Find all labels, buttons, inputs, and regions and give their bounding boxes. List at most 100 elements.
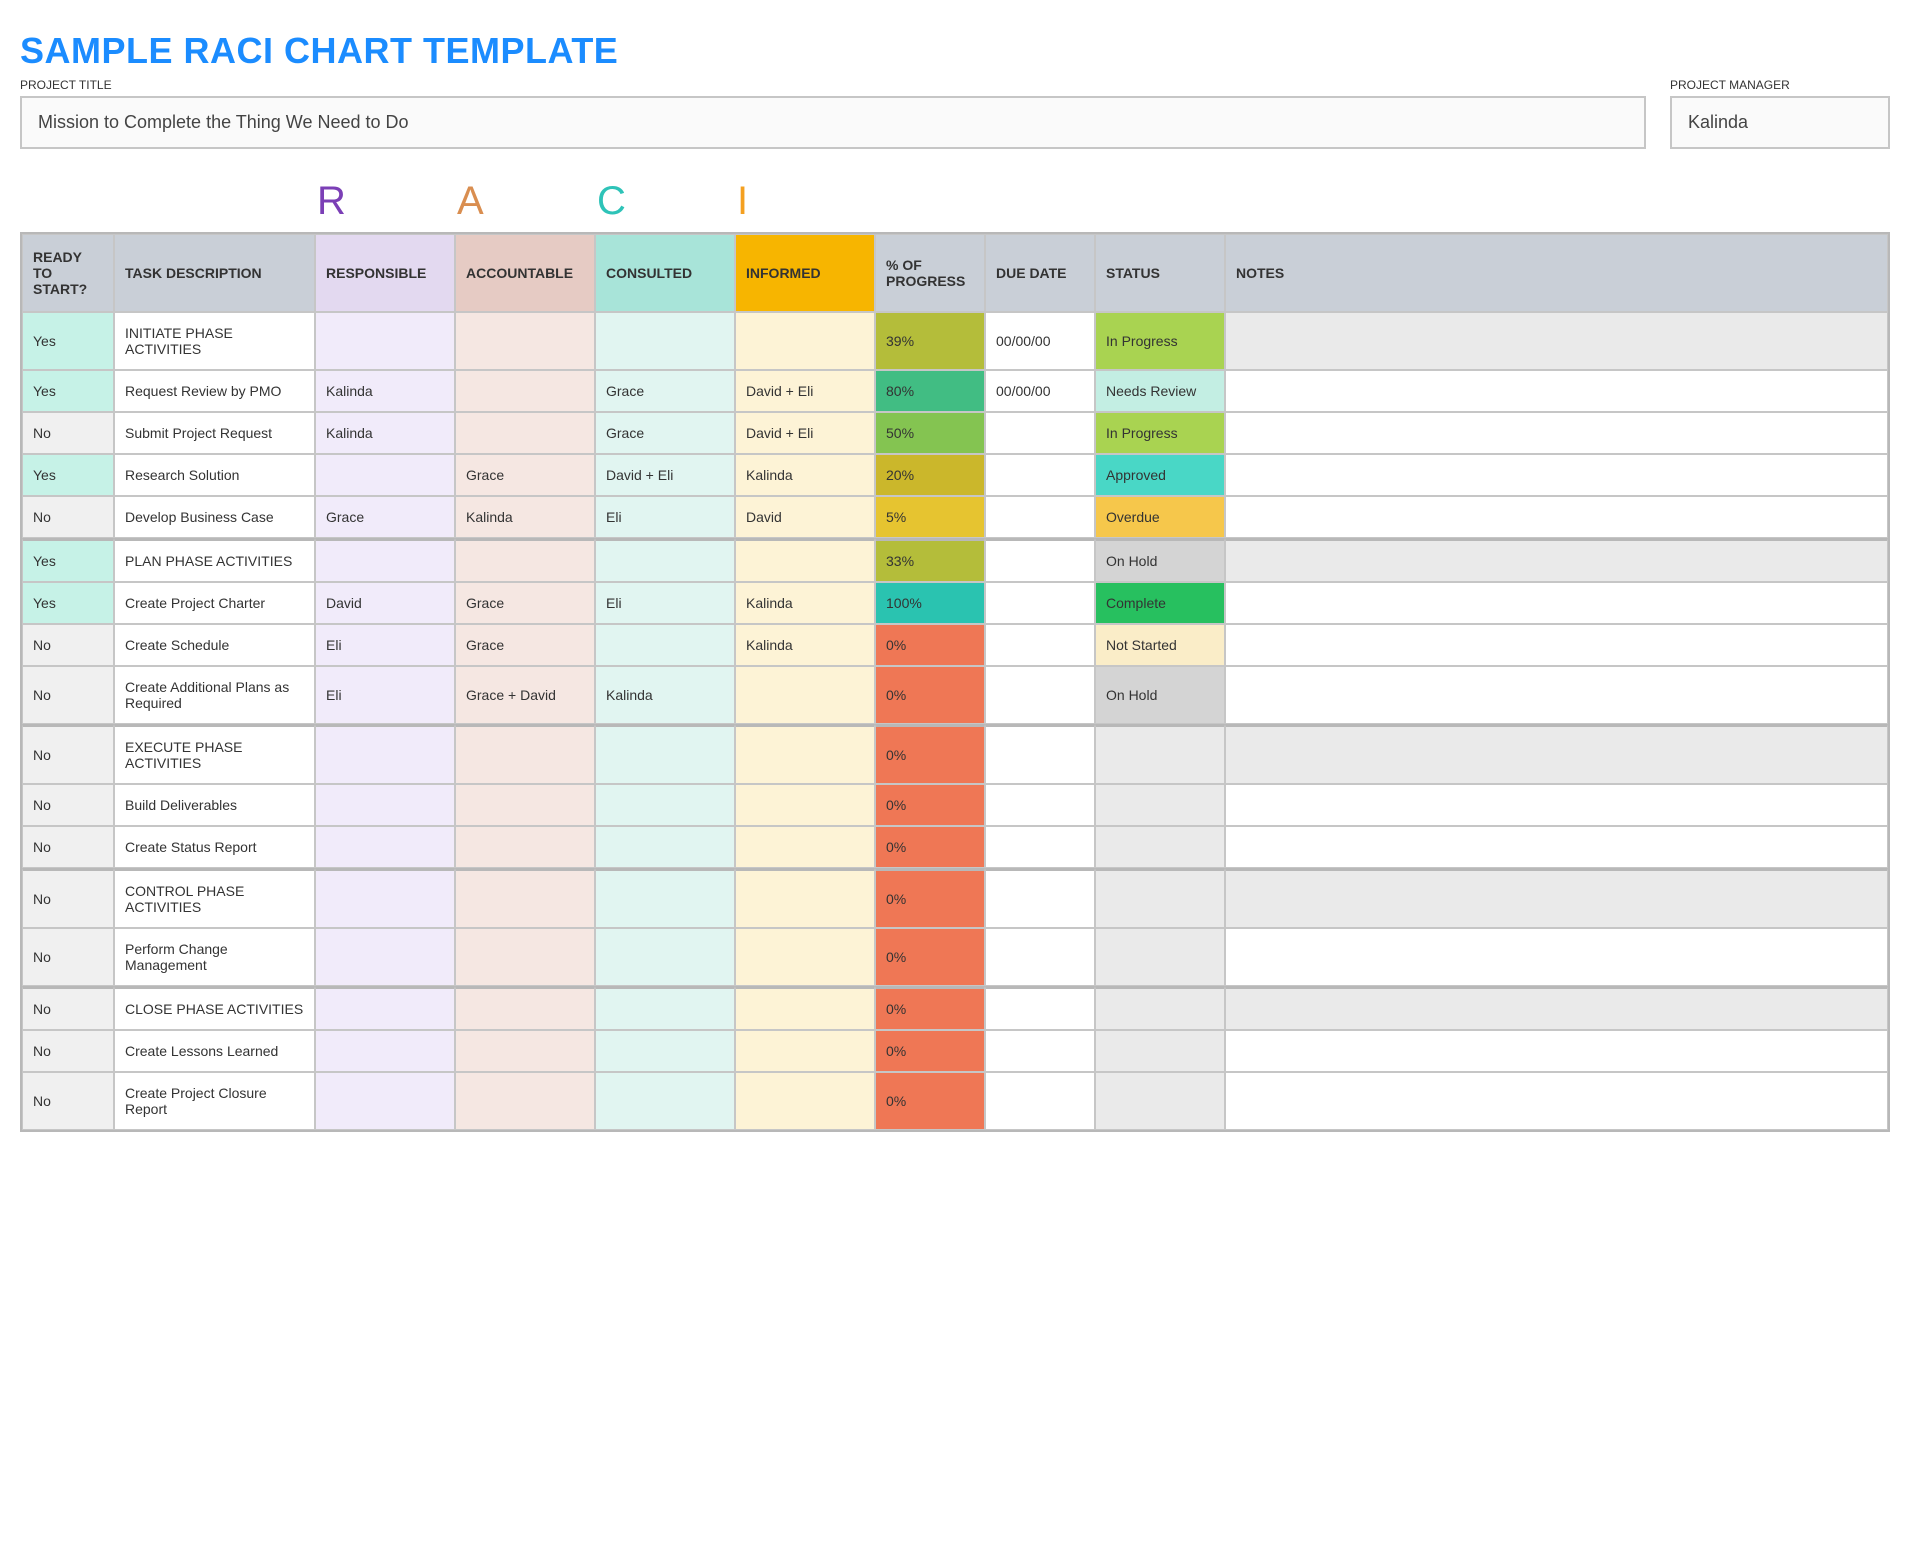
cell-consulted[interactable]: Eli [595,582,735,624]
cell-notes[interactable] [1225,312,1888,370]
cell-ready[interactable]: Yes [22,312,114,370]
cell-informed[interactable]: David [735,496,875,538]
cell-task[interactable]: CLOSE PHASE ACTIVITIES [114,986,315,1030]
cell-notes[interactable] [1225,454,1888,496]
cell-progress[interactable]: 0% [875,624,985,666]
cell-ready[interactable]: Yes [22,582,114,624]
cell-status[interactable] [1095,724,1225,784]
cell-consulted[interactable] [595,312,735,370]
cell-ready[interactable]: No [22,826,114,868]
cell-ready[interactable]: No [22,724,114,784]
cell-accountable[interactable]: Grace [455,454,595,496]
cell-due[interactable] [985,826,1095,868]
cell-accountable[interactable] [455,312,595,370]
cell-progress[interactable]: 0% [875,928,985,986]
cell-informed[interactable] [735,826,875,868]
cell-due[interactable] [985,412,1095,454]
cell-due[interactable] [985,1030,1095,1072]
cell-progress[interactable]: 20% [875,454,985,496]
cell-notes[interactable] [1225,826,1888,868]
cell-informed[interactable] [735,986,875,1030]
cell-informed[interactable] [735,1030,875,1072]
cell-accountable[interactable] [455,928,595,986]
cell-progress[interactable]: 50% [875,412,985,454]
cell-ready[interactable]: No [22,1030,114,1072]
cell-consulted[interactable] [595,624,735,666]
cell-notes[interactable] [1225,666,1888,724]
cell-progress[interactable]: 0% [875,1072,985,1130]
cell-due[interactable] [985,784,1095,826]
cell-ready[interactable]: Yes [22,538,114,582]
cell-due[interactable]: 00/00/00 [985,312,1095,370]
cell-task[interactable]: Create Project Charter [114,582,315,624]
cell-informed[interactable] [735,538,875,582]
cell-informed[interactable] [735,312,875,370]
cell-accountable[interactable] [455,826,595,868]
cell-responsible[interactable] [315,868,455,928]
cell-accountable[interactable]: Grace [455,624,595,666]
cell-accountable[interactable] [455,986,595,1030]
project-manager-value[interactable]: Kalinda [1670,96,1890,149]
cell-progress[interactable]: 33% [875,538,985,582]
cell-consulted[interactable]: Grace [595,370,735,412]
cell-notes[interactable] [1225,624,1888,666]
cell-status[interactable]: Overdue [1095,496,1225,538]
cell-task[interactable]: INITIATE PHASE ACTIVITIES [114,312,315,370]
cell-due[interactable] [985,1072,1095,1130]
cell-notes[interactable] [1225,1030,1888,1072]
cell-status[interactable]: On Hold [1095,538,1225,582]
cell-task[interactable]: EXECUTE PHASE ACTIVITIES [114,724,315,784]
cell-accountable[interactable] [455,868,595,928]
cell-task[interactable]: Research Solution [114,454,315,496]
cell-informed[interactable]: Kalinda [735,454,875,496]
cell-informed[interactable]: Kalinda [735,582,875,624]
cell-consulted[interactable]: David + Eli [595,454,735,496]
cell-notes[interactable] [1225,412,1888,454]
cell-task[interactable]: Build Deliverables [114,784,315,826]
cell-responsible[interactable] [315,1072,455,1130]
cell-task[interactable]: Perform Change Management [114,928,315,986]
cell-notes[interactable] [1225,370,1888,412]
cell-progress[interactable]: 80% [875,370,985,412]
cell-consulted[interactable] [595,986,735,1030]
cell-consulted[interactable] [595,868,735,928]
cell-due[interactable]: 00/00/00 [985,370,1095,412]
cell-task[interactable]: Create Additional Plans as Required [114,666,315,724]
cell-task[interactable]: Create Status Report [114,826,315,868]
cell-progress[interactable]: 0% [875,724,985,784]
cell-accountable[interactable] [455,1030,595,1072]
cell-ready[interactable]: No [22,412,114,454]
cell-task[interactable]: Create Schedule [114,624,315,666]
cell-status[interactable] [1095,868,1225,928]
cell-status[interactable] [1095,826,1225,868]
cell-ready[interactable]: Yes [22,454,114,496]
cell-status[interactable] [1095,986,1225,1030]
cell-ready[interactable]: No [22,868,114,928]
cell-progress[interactable]: 0% [875,1030,985,1072]
cell-accountable[interactable]: Grace + David [455,666,595,724]
cell-accountable[interactable] [455,724,595,784]
cell-responsible[interactable]: Grace [315,496,455,538]
cell-consulted[interactable] [595,1072,735,1130]
cell-responsible[interactable] [315,724,455,784]
cell-consulted[interactable]: Kalinda [595,666,735,724]
cell-due[interactable] [985,454,1095,496]
cell-responsible[interactable] [315,826,455,868]
cell-consulted[interactable]: Grace [595,412,735,454]
cell-informed[interactable]: Kalinda [735,624,875,666]
cell-status[interactable]: Approved [1095,454,1225,496]
cell-task[interactable]: Create Lessons Learned [114,1030,315,1072]
cell-responsible[interactable]: Eli [315,624,455,666]
cell-informed[interactable] [735,724,875,784]
cell-responsible[interactable]: David [315,582,455,624]
cell-consulted[interactable] [595,724,735,784]
cell-due[interactable] [985,724,1095,784]
cell-accountable[interactable] [455,370,595,412]
cell-responsible[interactable]: Eli [315,666,455,724]
cell-progress[interactable]: 0% [875,826,985,868]
cell-status[interactable] [1095,784,1225,826]
cell-ready[interactable]: No [22,666,114,724]
cell-accountable[interactable]: Kalinda [455,496,595,538]
cell-task[interactable]: CONTROL PHASE ACTIVITIES [114,868,315,928]
cell-informed[interactable] [735,784,875,826]
